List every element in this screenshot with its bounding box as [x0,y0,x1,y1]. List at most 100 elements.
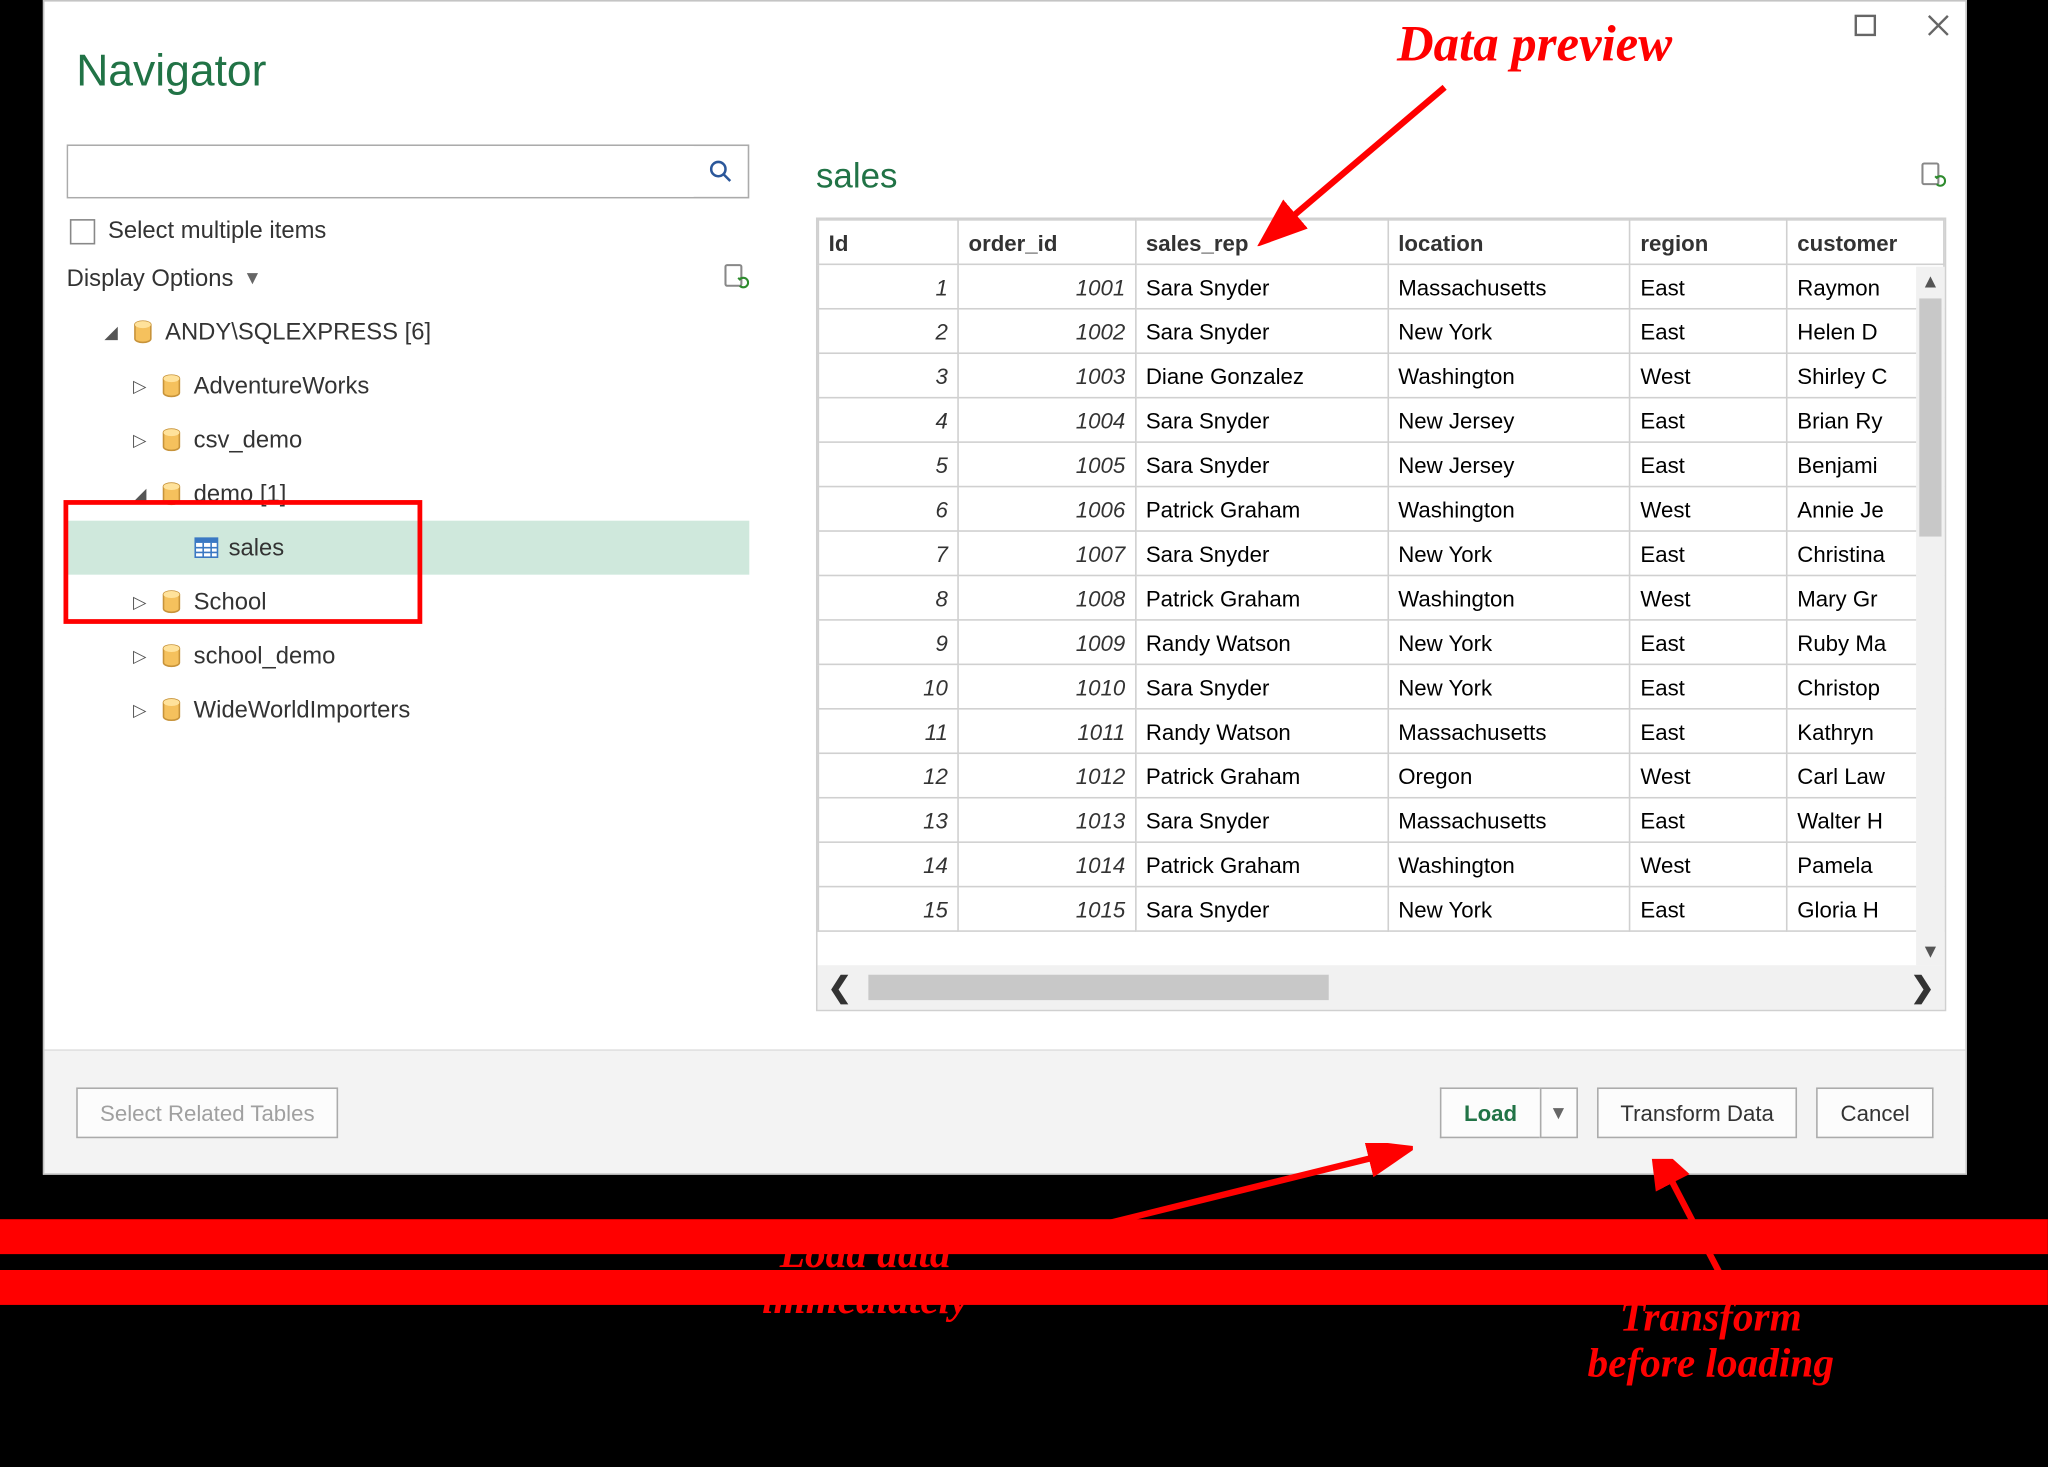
cell: Washington [1388,353,1630,397]
cell: East [1630,309,1787,353]
horizontal-scrollbar[interactable]: ❮ ❯ [818,965,1945,1009]
cell: Sara Snyder [1136,309,1388,353]
cell: 6 [818,487,958,531]
table-row[interactable]: 71007Sara SnyderNew YorkEastChristina [818,531,1944,575]
tree-database-node[interactable]: ▷ AdventureWorks [67,359,750,413]
refresh-tree-icon[interactable] [721,264,750,293]
cell: Randy Watson [1136,620,1388,664]
table-row[interactable]: 11001Sara SnyderMassachusettsEastRaymon [818,264,1944,308]
scroll-left-icon[interactable]: ❮ [818,965,862,1009]
tree-table-node[interactable]: sales [67,521,750,575]
tree-label: csv_demo [194,426,303,453]
table-row[interactable]: 111011Randy WatsonMassachusettsEastKathr… [818,709,1944,753]
tree-label: sales [229,534,285,561]
cell: East [1630,620,1787,664]
table-row[interactable]: 101010Sara SnyderNew YorkEastChristop [818,664,1944,708]
checkbox-icon[interactable] [70,218,95,243]
maximize-icon[interactable] [1851,11,1880,40]
select-multiple-items[interactable]: Select multiple items [67,217,750,244]
column-header[interactable]: region [1630,220,1787,264]
expander-icon[interactable]: ▷ [130,591,149,612]
cell: Sara Snyder [1136,664,1388,708]
vertical-scrollbar[interactable]: ▲ ▼ [1916,267,1945,966]
column-header[interactable]: customer [1787,220,1944,264]
search-icon[interactable] [694,146,748,197]
cell: West [1630,753,1787,797]
cell: 4 [818,398,958,442]
database-icon [159,427,184,452]
load-dropdown-button[interactable]: ▼ [1539,1087,1577,1138]
cell: East [1630,531,1787,575]
cell: 1005 [958,442,1135,486]
tree-label: School [194,588,267,615]
column-header[interactable]: sales_rep [1136,220,1388,264]
tree-database-node[interactable]: ◢demo [1] [67,467,750,521]
search-box [67,144,750,198]
cell: East [1630,398,1787,442]
cancel-button[interactable]: Cancel [1817,1087,1934,1138]
scroll-thumb[interactable] [1919,298,1941,536]
tree-database-node[interactable]: ▷ csv_demo [67,413,750,467]
transform-data-button[interactable]: Transform Data [1597,1087,1798,1138]
scroll-up-icon[interactable]: ▲ [1916,267,1945,296]
scroll-down-icon[interactable]: ▼ [1916,937,1945,966]
cell: Diane Gonzalez [1136,353,1388,397]
cell: Sara Snyder [1136,798,1388,842]
close-icon[interactable] [1924,11,1953,40]
expander-icon[interactable]: ▷ [130,429,149,450]
expander-icon[interactable]: ▷ [130,375,149,396]
cell: 1002 [958,309,1135,353]
cell: East [1630,264,1787,308]
display-options-dropdown[interactable]: Display Options ▼ [67,264,262,291]
expander-icon[interactable]: ▷ [130,699,149,720]
cell: West [1630,487,1787,531]
decoration-band [0,1219,2048,1254]
table-row[interactable]: 41004Sara SnyderNew JerseyEastBrian Ry [818,398,1944,442]
window-controls [1851,11,1953,40]
table-row[interactable]: 151015Sara SnyderNew YorkEastGloria H [818,887,1944,931]
select-related-tables-button[interactable]: Select Related Tables [76,1087,338,1138]
cell: 1010 [958,664,1135,708]
cell: New Jersey [1388,442,1630,486]
cell: East [1630,442,1787,486]
cell: Massachusetts [1388,709,1630,753]
tree-database-node[interactable]: ▷WideWorldImporters [67,683,750,737]
cell: 10 [818,664,958,708]
expander-icon[interactable]: ◢ [130,483,149,504]
cell: 15 [818,887,958,931]
search-input[interactable] [68,146,693,197]
table-row[interactable]: 131013Sara SnyderMassachusettsEastWalter… [818,798,1944,842]
scroll-right-icon[interactable]: ❯ [1900,965,1944,1009]
cell: West [1630,353,1787,397]
tree-label: AdventureWorks [194,372,370,399]
scroll-thumb[interactable] [868,975,1328,1000]
table-row[interactable]: 141014Patrick GrahamWashingtonWestPamela [818,842,1944,886]
cell: Massachusetts [1388,264,1630,308]
cell: Patrick Graham [1136,842,1388,886]
display-options-label: Display Options [67,264,234,291]
table-row[interactable]: 81008Patrick GrahamWashingtonWestMary Gr [818,575,1944,619]
table-row[interactable]: 61006Patrick GrahamWashingtonWestAnnie J… [818,487,1944,531]
cell: 14 [818,842,958,886]
cell: East [1630,664,1787,708]
chevron-down-icon: ▼ [1549,1101,1568,1123]
expander-icon[interactable]: ▷ [130,645,149,666]
table-row[interactable]: 51005Sara SnyderNew JerseyEastBenjami [818,442,1944,486]
tree-database-node[interactable]: ▷school_demo [67,629,750,683]
column-header[interactable]: order_id [958,220,1135,264]
table-row[interactable]: 31003Diane GonzalezWashingtonWestShirley… [818,353,1944,397]
dialog-footer: Select Related Tables Load ▼ Transform D… [44,1049,1965,1173]
tree-server-node[interactable]: ◢ANDY\SQLEXPRESS [6] [67,305,750,359]
tree-database-node[interactable]: ▷ School [67,575,750,629]
column-header[interactable]: location [1388,220,1630,264]
table-row[interactable]: 91009Randy WatsonNew YorkEastRuby Ma [818,620,1944,664]
table-row[interactable]: 21002Sara SnyderNew YorkEastHelen D [818,309,1944,353]
column-header[interactable]: Id [818,220,958,264]
cell: 1012 [958,753,1135,797]
cell: Patrick Graham [1136,487,1388,531]
refresh-preview-icon[interactable] [1918,162,1947,191]
table-row[interactable]: 121012Patrick GrahamOregonWestCarl Law [818,753,1944,797]
cell: 9 [818,620,958,664]
load-button[interactable]: Load [1440,1087,1539,1138]
expander-icon[interactable]: ◢ [102,321,121,342]
